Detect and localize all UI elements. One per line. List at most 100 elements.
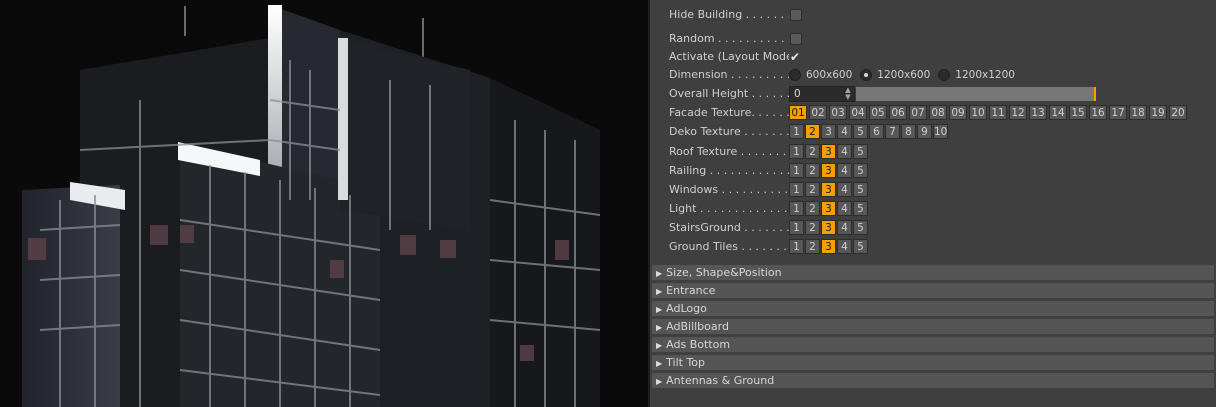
picker-option-1[interactable]: 1	[789, 144, 804, 159]
dimension-option-label: 1200x1200	[955, 68, 1015, 81]
triangle-right-icon: ▶	[656, 323, 663, 332]
facade-texture-option-08[interactable]: 08	[929, 105, 947, 120]
picker-option-3[interactable]: 3	[821, 239, 836, 254]
spinner-arrows-icon[interactable]: ▲ ▼	[845, 86, 851, 101]
facade-texture-option-14[interactable]: 14	[1049, 105, 1067, 120]
picker-option-2[interactable]: 2	[805, 182, 820, 197]
facade-texture-option-18[interactable]: 18	[1129, 105, 1147, 120]
picker-buttons: 12345	[789, 220, 869, 235]
building-render-image	[0, 0, 648, 407]
dimension-radio-1200x600[interactable]	[860, 68, 873, 81]
section-title: Entrance	[666, 284, 716, 297]
facade-texture-option-20[interactable]: 20	[1169, 105, 1187, 120]
picker-row: StairsGround . . . . . . . . .12345	[669, 219, 869, 236]
facade-texture-option-03[interactable]: 03	[829, 105, 847, 120]
facade-texture-option-19[interactable]: 19	[1149, 105, 1167, 120]
triangle-right-icon: ▶	[656, 269, 663, 278]
section-header[interactable]: ▶ AdBillboard	[652, 319, 1214, 334]
attribute-panel: Hide Building . . . . . . . . Random . .…	[650, 0, 1216, 407]
facade-texture-option-10[interactable]: 10	[969, 105, 987, 120]
picker-option-2[interactable]: 2	[805, 144, 820, 159]
picker-option-4[interactable]: 4	[837, 220, 852, 235]
overall-height-label: Overall Height . . . . . . .	[669, 87, 789, 100]
picker-option-1[interactable]: 1	[789, 182, 804, 197]
deko-texture-option-5[interactable]: 5	[853, 124, 868, 139]
section-header[interactable]: ▶ Antennas & Ground	[652, 373, 1214, 388]
facade-texture-option-17[interactable]: 17	[1109, 105, 1127, 120]
picker-option-5[interactable]: 5	[853, 239, 868, 254]
facade-texture-option-09[interactable]: 09	[949, 105, 967, 120]
section-header[interactable]: ▶ Size, Shape&Position	[652, 265, 1214, 280]
picker-option-4[interactable]: 4	[837, 144, 852, 159]
facade-texture-option-06[interactable]: 06	[889, 105, 907, 120]
section-header[interactable]: ▶ AdLogo	[652, 301, 1214, 316]
picker-option-2[interactable]: 2	[805, 239, 820, 254]
picker-option-5[interactable]: 5	[853, 163, 868, 178]
overall-height-slider[interactable]	[856, 86, 1096, 101]
dimension-option-label: 600x600	[806, 68, 853, 81]
deko-texture-option-2[interactable]: 2	[805, 124, 820, 139]
picker-option-2[interactable]: 2	[805, 220, 820, 235]
facade-texture-option-01[interactable]: 01	[789, 105, 807, 120]
hide-building-checkbox[interactable]	[790, 8, 802, 21]
section-header[interactable]: ▶ Ads Bottom	[652, 337, 1214, 352]
facade-texture-option-02[interactable]: 02	[809, 105, 827, 120]
picker-option-2[interactable]: 2	[805, 163, 820, 178]
deko-texture-row: Deko Texture . . . . . . . . 1 2 3 4 5 6 7 8 9 10	[669, 123, 949, 140]
hide-building-row: Hide Building . . . . . . . .	[669, 6, 802, 23]
picker-option-2[interactable]: 2	[805, 201, 820, 216]
picker-option-4[interactable]: 4	[837, 201, 852, 216]
picker-buttons: 12345	[789, 163, 869, 178]
picker-option-3[interactable]: 3	[821, 201, 836, 216]
picker-option-3[interactable]: 3	[821, 144, 836, 159]
picker-option-5[interactable]: 5	[853, 144, 868, 159]
deko-texture-option-7[interactable]: 7	[885, 124, 900, 139]
section-header[interactable]: ▶ Entrance	[652, 283, 1214, 298]
facade-texture-option-05[interactable]: 05	[869, 105, 887, 120]
deko-texture-option-10[interactable]: 10	[933, 124, 948, 139]
activate-row: Activate (Layout Mode) ✔	[669, 48, 800, 65]
overall-height-row: Overall Height . . . . . . . 0 ▲ ▼	[669, 85, 1096, 102]
section-header[interactable]: ▶ Tilt Top	[652, 355, 1214, 370]
deko-texture-label: Deko Texture . . . . . . . .	[669, 125, 789, 138]
slider-knob[interactable]	[1094, 86, 1096, 101]
facade-texture-option-07[interactable]: 07	[909, 105, 927, 120]
picker-row: Light . . . . . . . . . . . . . . .12345	[669, 200, 869, 217]
dimension-label: Dimension . . . . . . . . . . .	[669, 68, 789, 81]
picker-option-4[interactable]: 4	[837, 163, 852, 178]
picker-option-5[interactable]: 5	[853, 220, 868, 235]
picker-row: Roof Texture . . . . . . . . .12345	[669, 143, 869, 160]
picker-option-1[interactable]: 1	[789, 201, 804, 216]
deko-texture-option-3[interactable]: 3	[821, 124, 836, 139]
deko-texture-option-9[interactable]: 9	[917, 124, 932, 139]
render-viewport[interactable]	[0, 0, 648, 407]
deko-texture-option-6[interactable]: 6	[869, 124, 884, 139]
picker-option-1[interactable]: 1	[789, 239, 804, 254]
facade-texture-option-16[interactable]: 16	[1089, 105, 1107, 120]
dimension-radio-600x600[interactable]	[789, 68, 801, 81]
random-label: Random . . . . . . . . . . . . .	[669, 32, 789, 45]
picker-option-1[interactable]: 1	[789, 220, 804, 235]
deko-texture-option-8[interactable]: 8	[901, 124, 916, 139]
picker-option-4[interactable]: 4	[837, 239, 852, 254]
facade-texture-option-11[interactable]: 11	[989, 105, 1007, 120]
dimension-radio-1200x1200[interactable]	[938, 68, 951, 81]
deko-texture-option-4[interactable]: 4	[837, 124, 852, 139]
picker-option-3[interactable]: 3	[821, 220, 836, 235]
facade-texture-option-15[interactable]: 15	[1069, 105, 1087, 120]
overall-height-input[interactable]: 0 ▲ ▼	[789, 85, 855, 102]
picker-option-5[interactable]: 5	[853, 201, 868, 216]
deko-texture-option-1[interactable]: 1	[789, 124, 804, 139]
picker-option-3[interactable]: 3	[821, 163, 836, 178]
picker-option-5[interactable]: 5	[853, 182, 868, 197]
facade-texture-label: Facade Texture. . . . . . . .	[669, 106, 789, 119]
hide-building-label: Hide Building . . . . . . . .	[669, 8, 789, 21]
checkmark-icon[interactable]: ✔	[790, 51, 800, 63]
random-checkbox[interactable]	[790, 32, 802, 45]
facade-texture-option-04[interactable]: 04	[849, 105, 867, 120]
picker-option-4[interactable]: 4	[837, 182, 852, 197]
facade-texture-option-13[interactable]: 13	[1029, 105, 1047, 120]
picker-option-1[interactable]: 1	[789, 163, 804, 178]
facade-texture-option-12[interactable]: 12	[1009, 105, 1027, 120]
picker-option-3[interactable]: 3	[821, 182, 836, 197]
